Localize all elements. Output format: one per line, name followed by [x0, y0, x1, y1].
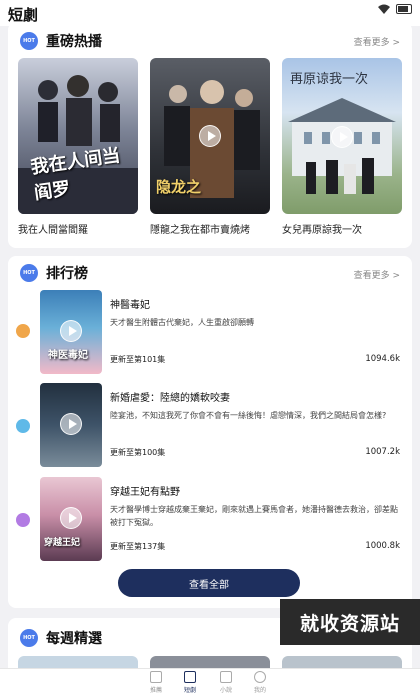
battery-icon [396, 4, 412, 14]
ranking-see-more-link[interactable]: 查看更多 > [354, 268, 400, 281]
ranking-header: HOT 排行榜 [20, 263, 88, 283]
ranking-item-episodes: 更新至第101集 [110, 355, 166, 364]
hot-icon: HOT [20, 264, 38, 282]
ranking-thumbnail[interactable] [40, 383, 102, 467]
novel-icon [220, 671, 232, 683]
rank-badge-icon [16, 419, 30, 433]
poster-title-art: 再原谅我一次 [290, 72, 369, 87]
play-icon[interactable] [60, 413, 82, 435]
hot-header: HOT 重磅热播 [20, 31, 102, 51]
ranking-item-episodes: 更新至第137集 [110, 542, 166, 551]
ranking-thumbnail[interactable]: 神医毒妃 [40, 290, 102, 374]
ranking-item-desc: 天才醫生附體古代棄妃，人生重啟卻願轉 [110, 318, 254, 327]
tab-label: 小說 [219, 687, 232, 694]
hot-caption-3[interactable]: 女兒再原諒我一次 [282, 221, 362, 236]
watermark: 就收资源站 [280, 599, 420, 645]
hot-caption-2[interactable]: 隱龍之我在都市賣燒烤 [150, 221, 250, 236]
hot-poster-2[interactable]: 隐龙之 [150, 58, 270, 214]
poster-title-art: 穿越王妃 [44, 538, 81, 548]
profile-icon [254, 671, 266, 683]
tab-label: 短劇 [183, 687, 196, 694]
poster-title-art: 隐龙之 [156, 178, 202, 196]
ranking-item-views: 1007.2k [365, 447, 400, 457]
system-icons [378, 4, 412, 14]
ranking-item-views: 1094.6k [365, 354, 400, 364]
hot-see-more-link[interactable]: 查看更多 > [354, 35, 400, 48]
tab-label: 推薦 [149, 687, 162, 694]
weekly-header: HOT 每週精選 [20, 628, 102, 648]
recommend-icon [150, 671, 162, 683]
tab-short-drama[interactable]: 短劇 [178, 671, 202, 694]
play-icon[interactable] [199, 125, 221, 147]
rank-badge-icon [16, 324, 30, 338]
ranking-row[interactable]: 新婚虐愛：陸總的嬌軟咬妻 陸宴池，不知這我死了你會不會有一絲後悔！虐戀情深，我們… [8, 383, 412, 467]
view-all-button[interactable]: 查看全部 [118, 569, 300, 597]
ranking-item-name[interactable]: 神醫毒妃 [110, 296, 150, 311]
ranking-item-desc: 天才醫學博士穿越成棄王棄妃，剛來就遇上賽馬會者，她潘持醫德去救治，卻差點被打下冤… [110, 505, 398, 527]
app-title: 短劇 [8, 6, 39, 24]
play-icon[interactable] [60, 507, 82, 529]
ranking-row[interactable]: 神医毒妃 神醫毒妃 天才醫生附體古代棄妃，人生重啟卻願轉 更新至第101集 10… [8, 290, 412, 374]
ranking-item-name[interactable]: 穿越王妃有點野 [110, 483, 180, 498]
tab-novel[interactable]: 小說 [214, 671, 238, 694]
bottom-tab-bar: 推薦 短劇 小說 我的 [0, 668, 420, 700]
ranking-thumbnail[interactable]: 穿越王妃 [40, 477, 102, 561]
hot-title: 重磅热播 [46, 34, 102, 50]
tab-profile[interactable]: 我的 [248, 671, 272, 694]
hot-section: HOT 重磅热播 查看更多 > 我在人间当阎罗 我在人間當閻羅 隐龙之 隱龍之我… [8, 22, 412, 248]
hot-poster-1[interactable]: 我在人间当阎罗 [18, 58, 138, 214]
wifi-icon [378, 4, 390, 14]
weekly-title: 每週精選 [46, 631, 102, 647]
hot-caption-1[interactable]: 我在人間當閻羅 [18, 221, 88, 236]
poster-title-art: 神医毒妃 [48, 350, 88, 361]
short-drama-icon [184, 671, 196, 683]
hot-icon: HOT [20, 32, 38, 50]
play-icon[interactable] [60, 320, 82, 342]
tab-label: 我的 [253, 687, 266, 694]
ranking-item-views: 1000.8k [365, 541, 400, 551]
status-bar: 短劇 [0, 0, 420, 26]
hot-icon: HOT [20, 629, 38, 647]
tab-recommend[interactable]: 推薦 [144, 671, 168, 694]
ranking-title: 排行榜 [46, 266, 88, 282]
play-icon[interactable] [331, 126, 353, 148]
ranking-item-name[interactable]: 新婚虐愛：陸總的嬌軟咬妻 [110, 389, 230, 404]
ranking-item-desc: 陸宴池，不知這我死了你會不會有一絲後悔！虐戀情深，我們之間結局會怎樣? [110, 411, 387, 420]
rank-badge-icon [16, 513, 30, 527]
ranking-item-episodes: 更新至第100集 [110, 448, 166, 457]
ranking-row[interactable]: 穿越王妃 穿越王妃有點野 天才醫學博士穿越成棄王棄妃，剛來就遇上賽馬會者，她潘持… [8, 477, 412, 561]
hot-poster-3[interactable]: 再原谅我一次 [282, 58, 402, 214]
